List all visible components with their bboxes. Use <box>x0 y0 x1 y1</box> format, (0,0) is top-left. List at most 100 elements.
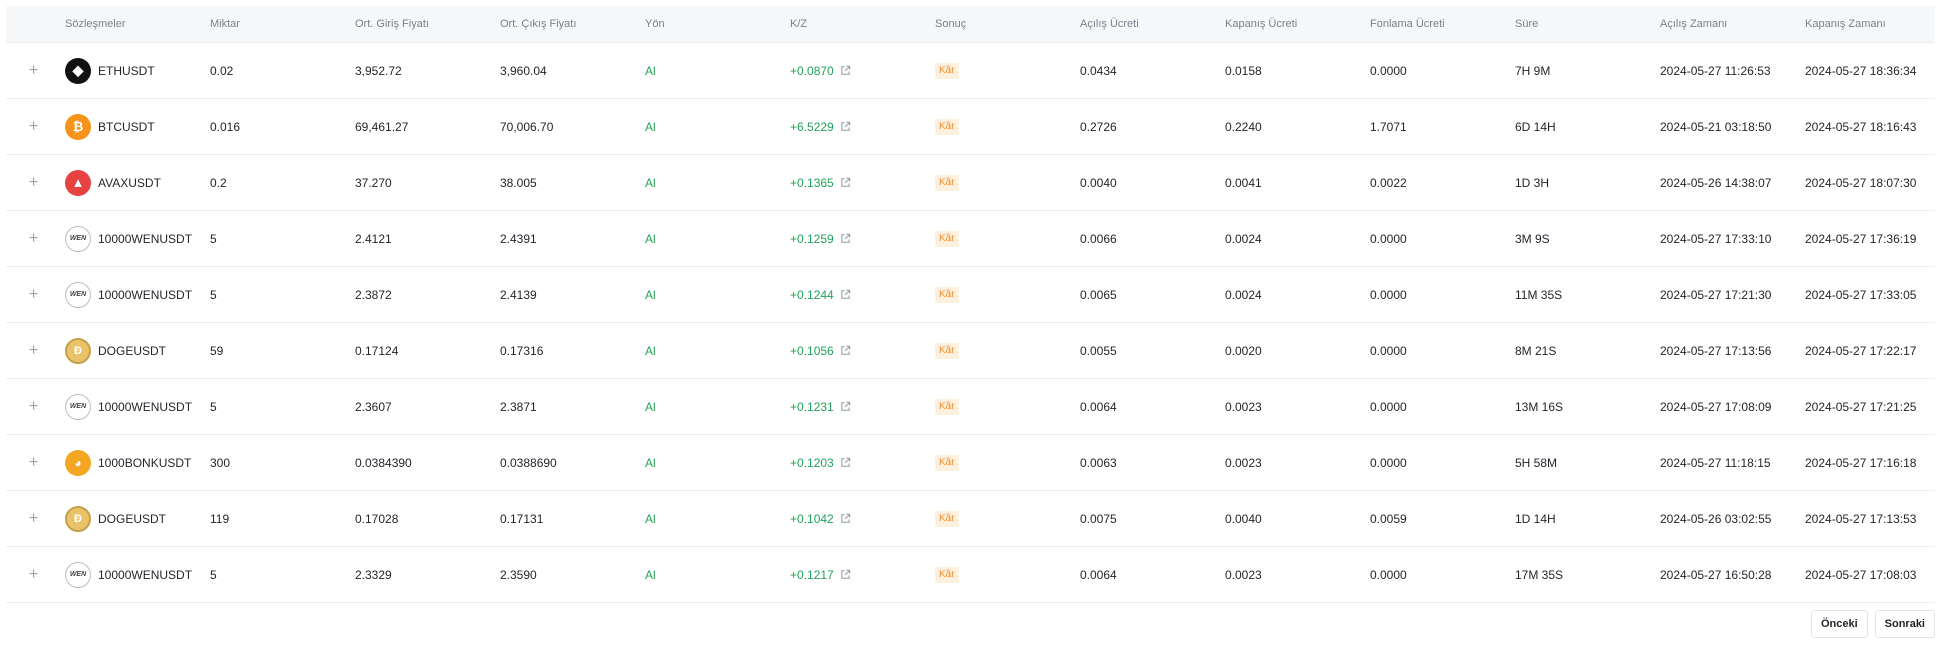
expand-row-icon[interactable]: + <box>6 398 61 416</box>
expand-row-icon[interactable]: + <box>6 342 61 360</box>
external-link-icon[interactable] <box>840 345 851 356</box>
contract-symbol: ETHUSDT <box>98 63 155 78</box>
contract-cell: WEN 10000WENUSDT <box>61 561 206 588</box>
dogecoin-coin-icon: Ð <box>65 505 91 532</box>
expand-row-icon[interactable]: + <box>6 510 61 528</box>
close-fee-cell: 0.0023 <box>1225 567 1262 582</box>
side-cell: Al <box>645 455 656 470</box>
expand-row-icon[interactable]: + <box>6 174 61 192</box>
expand-row-icon[interactable]: + <box>6 230 61 248</box>
open-time-cell: 2024-05-27 11:26:53 <box>1660 63 1771 78</box>
funding-fee-cell: 0.0000 <box>1370 343 1407 358</box>
contract-cell: ◕ 1000BONKUSDT <box>61 449 206 476</box>
result-cell: Kâr <box>931 454 1076 471</box>
external-link-icon[interactable] <box>840 177 851 188</box>
profit-badge: Kâr <box>935 567 959 583</box>
avg-entry-price-cell: 2.3872 <box>355 287 392 302</box>
closed-positions-table: Sözleşmeler Miktar Ort. Giriş Fiyatı Ort… <box>6 6 1935 603</box>
open-fee-cell: 0.0055 <box>1080 343 1117 358</box>
close-time-cell: 2024-05-27 17:36:19 <box>1805 231 1917 246</box>
trade-history-page: Sözleşmeler Miktar Ort. Giriş Fiyatı Ort… <box>0 0 1941 653</box>
open-time-cell: 2024-05-27 17:33:10 <box>1660 231 1772 246</box>
funding-fee-cell: 0.0000 <box>1370 231 1407 246</box>
profit-badge: Kâr <box>935 231 959 247</box>
open-fee-cell: 0.0066 <box>1080 231 1117 246</box>
external-link-icon[interactable] <box>840 233 851 244</box>
avg-exit-price-cell: 2.4139 <box>500 287 537 302</box>
dogecoin-coin-icon: Ð <box>65 337 91 364</box>
external-link-icon[interactable] <box>840 65 851 76</box>
avg-entry-price-cell: 3,952.72 <box>355 63 402 78</box>
profit-badge: Kâr <box>935 511 959 527</box>
profit-badge: Kâr <box>935 119 959 135</box>
side-cell: Al <box>645 231 656 246</box>
table-row: + ◆ ETHUSDT 0.02 3,952.72 3,960.04 Al +0.0870 Kâ… <box>6 43 1935 99</box>
wen-coin-icon: WEN <box>65 281 91 308</box>
open-fee-cell: 0.2726 <box>1080 119 1117 134</box>
close-time-cell: 2024-05-27 17:21:25 <box>1805 399 1917 414</box>
pnl-cell: +0.1042 <box>786 512 931 526</box>
avg-exit-price-cell: 3,960.04 <box>500 63 547 78</box>
pnl-cell: +6.5229 <box>786 120 931 134</box>
expand-row-icon[interactable]: + <box>6 566 61 584</box>
pnl-value: +0.1042 <box>790 511 834 526</box>
result-cell: Kâr <box>931 230 1076 247</box>
external-link-icon[interactable] <box>840 513 851 524</box>
duration-cell: 5H 58M <box>1515 455 1558 470</box>
side-cell: Al <box>645 119 656 134</box>
previous-page-button[interactable]: Önceki <box>1810 610 1868 638</box>
pnl-value: +0.1244 <box>790 287 834 302</box>
table-row: + ◕ 1000BONKUSDT 300 0.0384390 0.0388690 Al +0.… <box>6 435 1935 491</box>
pnl-cell: +0.1203 <box>786 456 931 470</box>
avg-entry-price-cell: 2.4121 <box>355 231 392 246</box>
contract-symbol: 10000WENUSDT <box>98 399 193 414</box>
pnl-value: +0.0870 <box>790 63 834 78</box>
contract-symbol: BTCUSDT <box>98 119 155 134</box>
quantity-cell: 5 <box>210 567 217 582</box>
side-cell: Al <box>645 175 656 190</box>
pagination: Önceki Sonraki <box>1810 610 1935 638</box>
avg-exit-price-cell: 70,006.70 <box>500 119 554 134</box>
header-open-fee: Açılış Ücreti <box>1080 18 1139 30</box>
table-header: Sözleşmeler Miktar Ort. Giriş Fiyatı Ort… <box>6 6 1935 43</box>
avg-exit-price-cell: 0.17316 <box>500 343 544 358</box>
external-link-icon[interactable] <box>840 401 851 412</box>
quantity-cell: 5 <box>210 399 217 414</box>
external-link-icon[interactable] <box>840 457 851 468</box>
expand-row-icon[interactable]: + <box>6 286 61 304</box>
quantity-cell: 119 <box>210 511 230 526</box>
bitcoin-coin-icon: ₿ <box>65 113 91 140</box>
expand-row-icon[interactable]: + <box>6 118 61 136</box>
contract-cell: Ð DOGEUSDT <box>61 337 206 364</box>
close-time-cell: 2024-05-27 17:16:18 <box>1805 455 1917 470</box>
pnl-value: +0.1231 <box>790 399 834 414</box>
contract-cell: ◆ ETHUSDT <box>61 57 206 84</box>
close-fee-cell: 0.0040 <box>1225 511 1262 526</box>
header-pnl: K/Z <box>790 18 808 30</box>
next-page-button[interactable]: Sonraki <box>1874 610 1935 638</box>
bonk-coin-icon: ◕ <box>65 449 91 476</box>
expand-row-icon[interactable]: + <box>6 62 61 80</box>
pnl-cell: +0.1244 <box>786 288 931 302</box>
side-cell: Al <box>645 567 656 582</box>
contract-symbol: 10000WENUSDT <box>98 567 193 582</box>
external-link-icon[interactable] <box>840 569 851 580</box>
open-fee-cell: 0.0063 <box>1080 455 1117 470</box>
open-fee-cell: 0.0434 <box>1080 63 1117 78</box>
expand-row-icon[interactable]: + <box>6 454 61 472</box>
table-row: + WEN 10000WENUSDT 5 2.3872 2.4139 Al +0.1244 Kâ… <box>6 267 1935 323</box>
header-duration: Süre <box>1515 18 1539 30</box>
pnl-cell: +0.0870 <box>786 64 931 78</box>
external-link-icon[interactable] <box>840 121 851 132</box>
profit-badge: Kâr <box>935 399 959 415</box>
ethereum-coin-icon: ◆ <box>65 57 91 84</box>
external-link-icon[interactable] <box>840 289 851 300</box>
pnl-cell: +0.1056 <box>786 344 931 358</box>
contract-symbol: DOGEUSDT <box>98 343 167 358</box>
header-close-fee: Kapanış Ücreti <box>1225 18 1298 30</box>
open-fee-cell: 0.0075 <box>1080 511 1117 526</box>
duration-cell: 1D 14H <box>1515 511 1556 526</box>
close-fee-cell: 0.0158 <box>1225 63 1262 78</box>
open-time-cell: 2024-05-26 03:02:55 <box>1660 511 1772 526</box>
wen-coin-icon: WEN <box>65 393 91 420</box>
